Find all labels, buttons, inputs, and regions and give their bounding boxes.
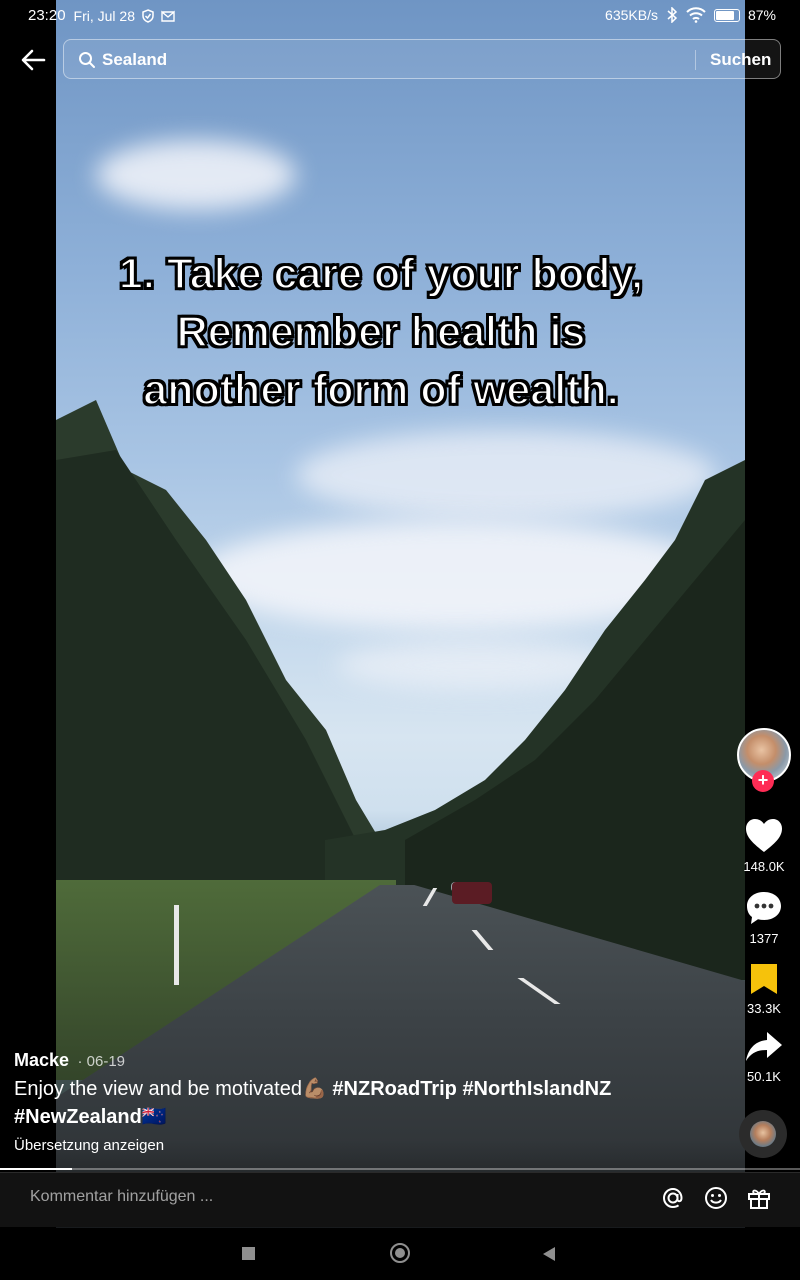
status-time: 23:20 <box>28 7 66 24</box>
recents-button[interactable] <box>242 1247 255 1260</box>
video-progress-bar[interactable] <box>0 1168 800 1170</box>
search-bar[interactable]: Sealand Suchen <box>63 39 781 79</box>
back-triangle-icon[interactable] <box>542 1246 556 1262</box>
status-network-speed: 635KB/s <box>605 7 658 23</box>
video-progress-fill <box>0 1168 72 1170</box>
flag-emoji: 🇳🇿 <box>141 1106 167 1128</box>
status-date: Fri, Jul 28 <box>73 7 136 24</box>
search-icon <box>79 52 95 68</box>
mail-icon <box>161 10 175 22</box>
creator-avatar-button[interactable]: + <box>736 728 792 792</box>
hashtag-link[interactable]: #NorthIslandNZ <box>462 1078 611 1100</box>
hashtag-link[interactable]: #NewZealand <box>14 1106 142 1128</box>
like-count: 148.0K <box>743 859 785 874</box>
video-overlay-text: 1. Take care of your body, Remember heal… <box>56 245 706 419</box>
post-date: · 06-19 <box>77 1053 126 1070</box>
author-name[interactable]: Macke <box>14 1050 69 1071</box>
mention-icon[interactable] <box>660 1185 686 1211</box>
music-disc-button[interactable] <box>739 1110 787 1158</box>
roadside-post <box>174 905 179 985</box>
share-count: 50.1K <box>747 1069 781 1084</box>
favorite-button[interactable]: 33.3K <box>736 962 792 1016</box>
heart-icon <box>746 819 782 852</box>
shield-icon <box>142 8 154 23</box>
system-nav-bar <box>0 1228 800 1280</box>
search-input[interactable]: Sealand <box>102 50 167 70</box>
hashtag-link[interactable]: #NZRoadTrip <box>332 1078 456 1100</box>
comment-input[interactable]: Kommentar hinzufügen ... <box>30 1188 213 1206</box>
cloud <box>96 140 296 210</box>
home-dot-icon <box>395 1248 405 1258</box>
bluetooth-icon <box>667 7 678 23</box>
post-caption: Macke · 06-19 Enjoy the view and be moti… <box>14 1050 694 1154</box>
comment-button[interactable]: 1377 <box>736 890 792 946</box>
comment-bar: Kommentar hinzufügen ... <box>0 1172 800 1227</box>
follow-plus-icon[interactable]: + <box>752 770 774 792</box>
overlay-line: 1. Take care of your body, <box>118 249 644 299</box>
comment-count: 1377 <box>749 931 779 946</box>
home-button[interactable] <box>390 1243 410 1263</box>
battery-icon <box>713 8 740 22</box>
music-disc-avatar <box>750 1121 776 1147</box>
search-divider <box>695 50 696 70</box>
favorite-count: 33.3K <box>747 1001 781 1016</box>
translate-link[interactable]: Übersetzung anzeigen <box>14 1137 694 1154</box>
comment-icon <box>747 892 781 924</box>
share-button[interactable]: 50.1K <box>736 1030 792 1084</box>
description-text: Enjoy the view and be motivated💪🏽 <box>14 1078 327 1100</box>
share-arrow-icon <box>746 1032 782 1061</box>
back-arrow-icon[interactable] <box>20 46 48 74</box>
red-car <box>452 882 492 904</box>
overlay-line: another form of wealth. <box>142 365 619 415</box>
video-player[interactable] <box>56 0 745 1228</box>
wifi-icon <box>686 7 706 23</box>
like-button[interactable]: 148.0K <box>736 818 792 874</box>
bookmark-icon <box>751 964 777 994</box>
gift-icon[interactable] <box>746 1185 772 1211</box>
search-submit-button[interactable]: Suchen <box>710 50 771 70</box>
status-battery: 87% <box>747 7 776 23</box>
status-bar: 23:20 Fri, Jul 28 635KB/s 87% <box>0 0 800 30</box>
emoji-icon[interactable] <box>703 1185 729 1211</box>
post-description: Enjoy the view and be motivated💪🏽 #NZRoa… <box>14 1075 694 1131</box>
overlay-line: Remember health is <box>176 307 587 357</box>
